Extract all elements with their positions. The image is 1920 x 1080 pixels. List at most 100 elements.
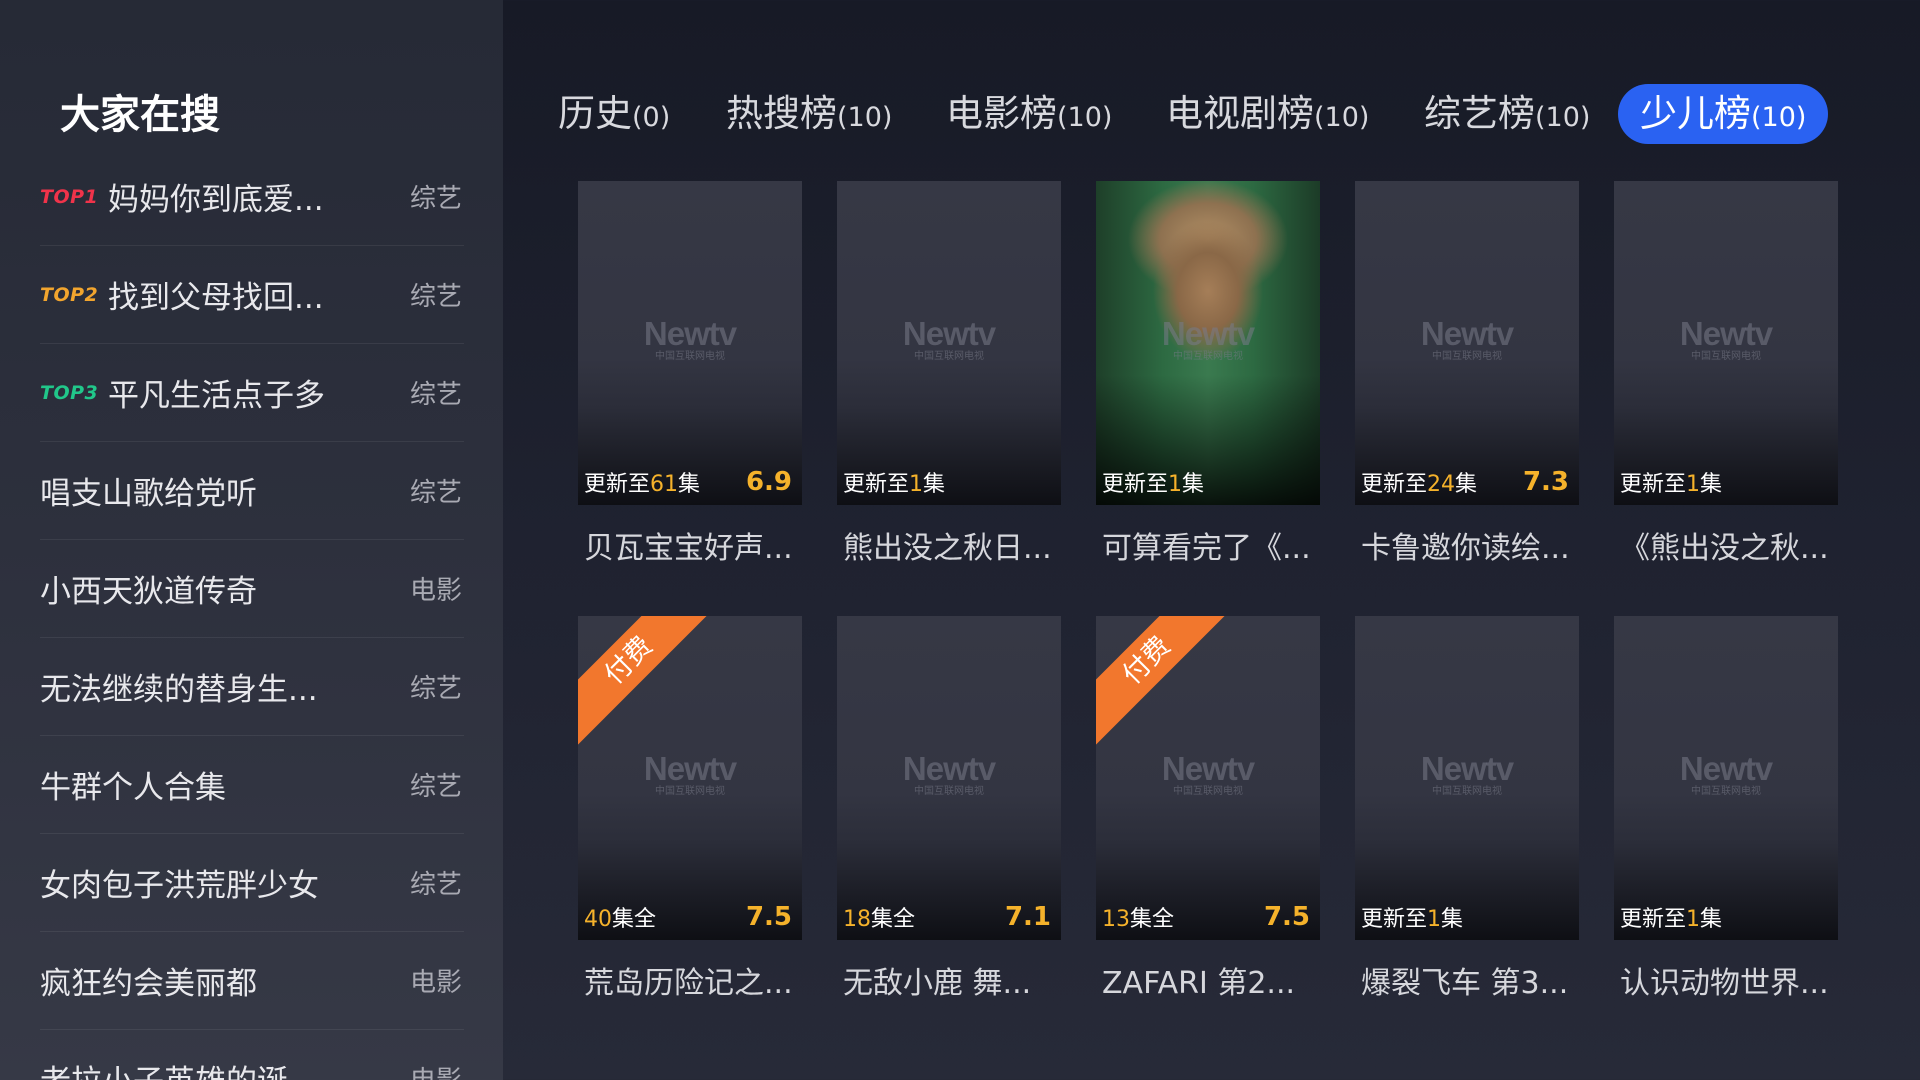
poster: 付费 Newtv 中国互联网电视 13集全 7.5 (1096, 616, 1320, 940)
score: 6.9 (745, 467, 792, 497)
item-category: 综艺 (409, 478, 462, 508)
tab-movies[interactable]: 电影榜(10) (946, 84, 1112, 144)
info-bar: 更新至1集 (837, 459, 1061, 505)
content-card[interactable]: Newtv 中国互联网电视 更新至61集 6.9 贝瓦宝宝好声... (578, 181, 802, 567)
tab-label: 电视剧榜 (1166, 92, 1314, 135)
newtv-logo: Newtv 中国互联网电视 (1679, 315, 1773, 363)
episode-status: 更新至1集 (1620, 472, 1723, 497)
item-category: 电影 (409, 576, 462, 606)
list-item[interactable]: TOP1 妈妈你到底爱... 综艺 (40, 148, 464, 246)
content-card[interactable]: 付费 Newtv 中国互联网电视 40集全 7.5 荒岛历险记之... (578, 616, 802, 1002)
sidebar-title: 大家在搜 (60, 92, 220, 138)
info-bar: 更新至1集 (1614, 894, 1838, 940)
item-title: 牛群个人合集 (40, 770, 226, 806)
tab-label: 历史 (558, 92, 632, 135)
rank-badge: TOP2 (40, 283, 99, 306)
info-bar: 更新至61集 6.9 (578, 459, 802, 505)
content-card[interactable]: 付费 Newtv 中国互联网电视 13集全 7.5 ZAFARI 第2... (1096, 616, 1320, 1002)
tab-hot-search[interactable]: 热搜榜(10) (726, 84, 892, 144)
score: 7.5 (745, 902, 792, 932)
list-item[interactable]: 老拉小子英雄的诞 电影 (40, 1030, 464, 1080)
content-card[interactable]: Newtv 中国互联网电视 18集全 7.1 无敌小鹿 舞... (837, 616, 1061, 1002)
card-title: 《熊出没之秋... (1620, 531, 1829, 566)
newtv-logo: Newtv 中国互联网电视 (1161, 750, 1255, 798)
newtv-logo: Newtv 中国互联网电视 (1679, 750, 1773, 798)
tab-count: (10) (1535, 102, 1591, 133)
item-title: 疯狂约会美丽都 (40, 966, 257, 1002)
tab-label: 热搜榜 (726, 92, 837, 135)
content-card[interactable]: Newtv 中国互联网电视 更新至24集 7.3 卡鲁邀你读绘... (1355, 181, 1579, 567)
list-item[interactable]: 无法继续的替身生... 综艺 (40, 638, 464, 736)
list-item[interactable]: 唱支山歌给党听 综艺 (40, 442, 464, 540)
paid-badge: 付费 (1096, 616, 1231, 745)
list-item[interactable]: 疯狂约会美丽都 电影 (40, 932, 464, 1030)
item-title: 唱支山歌给党听 (40, 476, 257, 512)
tab-count: (10) (837, 102, 893, 133)
episode-status: 更新至24集 (1361, 472, 1478, 497)
episode-status: 更新至61集 (584, 472, 701, 497)
tab-label: 电影榜 (946, 92, 1057, 135)
list-item[interactable]: 女肉包子洪荒胖少女 综艺 (40, 834, 464, 932)
poster: Newtv 中国互联网电视 更新至61集 6.9 (578, 181, 802, 505)
item-category: 电影 (410, 1060, 462, 1080)
trending-list: TOP1 妈妈你到底爱... 综艺 TOP2 找到父母找回... 综艺 TOP3… (40, 148, 464, 1080)
tab-count: (0) (632, 102, 671, 133)
poster: Newtv 中国互联网电视 更新至24集 7.3 (1355, 181, 1579, 505)
item-title: 无法继续的替身生... (40, 672, 318, 708)
tab-label: 综艺榜 (1424, 92, 1535, 135)
content-card[interactable]: Newtv 中国互联网电视 更新至1集 可算看完了《... (1096, 181, 1320, 567)
poster: 付费 Newtv 中国互联网电视 40集全 7.5 (578, 616, 802, 940)
episode-status: 更新至1集 (1620, 907, 1723, 932)
poster: Newtv 中国互联网电视 更新至1集 (1614, 616, 1838, 940)
item-title: 小西天狄道传奇 (40, 574, 257, 610)
tab-count: (10) (1751, 102, 1807, 133)
info-bar: 更新至24集 7.3 (1355, 459, 1579, 505)
list-item[interactable]: 小西天狄道传奇 电影 (40, 540, 464, 638)
info-bar: 更新至1集 (1355, 894, 1579, 940)
list-item[interactable]: 牛群个人合集 综艺 (40, 736, 464, 834)
tab-kids[interactable]: 少儿榜(10) (1618, 84, 1829, 144)
score: 7.3 (1522, 467, 1569, 497)
item-title: 老拉小子英雄的诞 (40, 1056, 464, 1080)
item-title: 女肉包子洪荒胖少女 (40, 868, 319, 904)
card-title: 爆裂飞车 第3... (1361, 966, 1569, 1001)
newtv-logo: Newtv 中国互联网电视 (1420, 315, 1514, 363)
info-bar: 40集全 7.5 (578, 894, 802, 940)
item-category: 电影 (409, 968, 462, 998)
card-title: 荒岛历险记之... (584, 966, 793, 1001)
newtv-logo: Newtv 中国互联网电视 (902, 750, 996, 798)
newtv-logo: Newtv 中国互联网电视 (1161, 315, 1255, 363)
poster: Newtv 中国互联网电视 更新至1集 (1614, 181, 1838, 505)
poster: Newtv 中国互联网电视 更新至1集 (837, 181, 1061, 505)
rank-badge: TOP3 (40, 381, 99, 404)
card-title: 贝瓦宝宝好声... (584, 531, 793, 566)
episode-status: 13集全 (1102, 907, 1175, 932)
newtv-logo: Newtv 中国互联网电视 (643, 750, 737, 798)
tab-tv-series[interactable]: 电视剧榜(10) (1166, 84, 1369, 144)
list-item[interactable]: TOP2 找到父母找回... 综艺 (40, 246, 464, 344)
poster-image: Newtv 中国互联网电视 更新至1集 (1096, 181, 1320, 505)
card-title: 认识动物世界... (1620, 966, 1829, 1001)
card-title: 熊出没之秋日... (843, 531, 1052, 566)
content-card[interactable]: Newtv 中国互联网电视 更新至1集 爆裂飞车 第3... (1355, 616, 1579, 1002)
card-title: ZAFARI 第2... (1102, 966, 1296, 1001)
content-card[interactable]: Newtv 中国互联网电视 更新至1集 《熊出没之秋... (1614, 181, 1838, 567)
newtv-logo: Newtv 中国互联网电视 (643, 315, 737, 363)
card-title: 卡鲁邀你读绘... (1361, 531, 1570, 566)
episode-status: 更新至1集 (1361, 907, 1464, 932)
episode-status: 更新至1集 (1102, 472, 1205, 497)
content-card[interactable]: Newtv 中国互联网电视 更新至1集 认识动物世界... (1614, 616, 1838, 1002)
item-category: 综艺 (409, 282, 462, 312)
tab-variety[interactable]: 综艺榜(10) (1424, 84, 1590, 144)
list-item[interactable]: TOP3 平凡生活点子多 综艺 (40, 344, 464, 442)
info-bar: 更新至1集 (1614, 459, 1838, 505)
card-title: 可算看完了《... (1102, 531, 1311, 566)
item-category: 综艺 (409, 674, 462, 704)
episode-status: 18集全 (843, 907, 916, 932)
episode-status: 更新至1集 (843, 472, 946, 497)
tab-history[interactable]: 历史(0) (558, 84, 670, 144)
tab-count: (10) (1314, 102, 1370, 133)
content-card[interactable]: Newtv 中国互联网电视 更新至1集 熊出没之秋日... (837, 181, 1061, 567)
rank-badge: TOP1 (40, 185, 99, 208)
poster: Newtv 中国互联网电视 18集全 7.1 (837, 616, 1061, 940)
